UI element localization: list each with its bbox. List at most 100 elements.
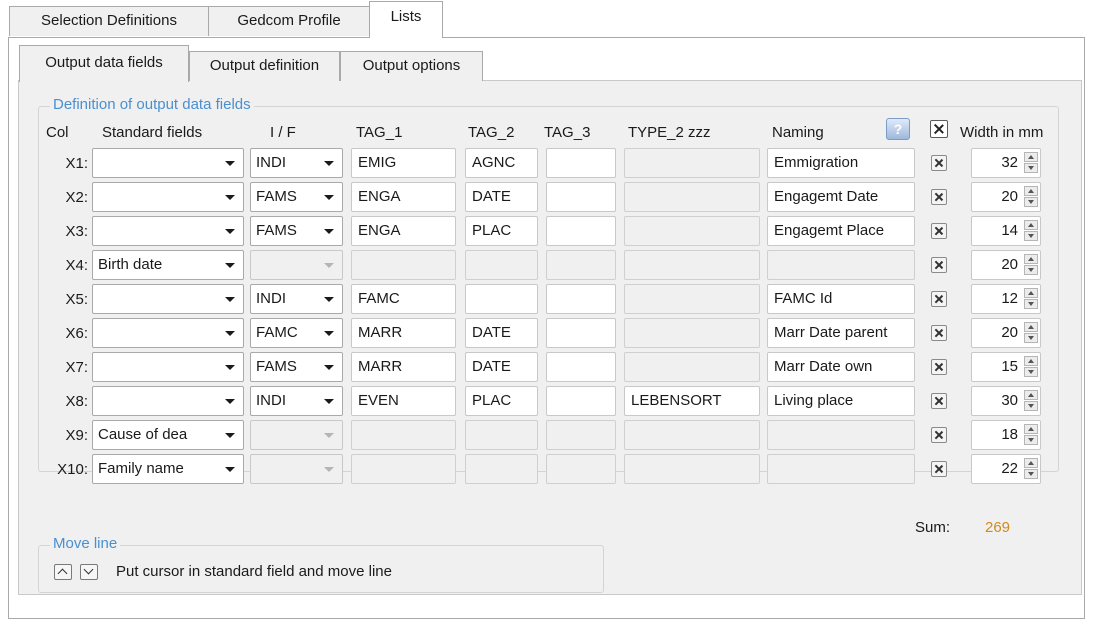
clear-all-icon[interactable] <box>930 120 948 138</box>
standard-field-select[interactable] <box>92 352 244 382</box>
spin-up-icon[interactable] <box>1024 458 1038 468</box>
tab-output-options[interactable]: Output options <box>340 51 483 81</box>
clear-row-icon[interactable] <box>931 223 947 239</box>
width-spinner[interactable]: 14 <box>971 216 1041 246</box>
spin-down-icon[interactable] <box>1024 163 1038 173</box>
spin-down-icon[interactable] <box>1024 265 1038 275</box>
tag2-field[interactable]: DATE <box>465 352 538 382</box>
tag3-field[interactable] <box>546 284 616 314</box>
spin-down-icon[interactable] <box>1024 367 1038 377</box>
tag1-field[interactable]: ENGA <box>351 216 456 246</box>
move-down-button[interactable] <box>80 564 98 580</box>
clear-row-icon[interactable] <box>931 393 947 409</box>
spin-down-icon[interactable] <box>1024 435 1038 445</box>
type2-field[interactable] <box>624 216 760 246</box>
spin-down-icon[interactable] <box>1024 469 1038 479</box>
naming-field[interactable]: FAMC Id <box>767 284 915 314</box>
tag2-field[interactable]: DATE <box>465 182 538 212</box>
clear-row-icon[interactable] <box>931 189 947 205</box>
spinner-buttons[interactable] <box>1024 220 1038 242</box>
spin-up-icon[interactable] <box>1024 288 1038 298</box>
clear-row-icon[interactable] <box>931 427 947 443</box>
clear-row-icon[interactable] <box>931 359 947 375</box>
if-select[interactable]: FAMS <box>250 216 343 246</box>
spin-up-icon[interactable] <box>1024 322 1038 332</box>
naming-field[interactable]: Marr Date own <box>767 352 915 382</box>
type2-field[interactable] <box>624 284 760 314</box>
tag1-field[interactable]: EMIG <box>351 148 456 178</box>
if-select[interactable]: FAMS <box>250 352 343 382</box>
standard-field-select[interactable] <box>92 284 244 314</box>
standard-field-select[interactable]: Family name <box>92 454 244 484</box>
tag3-field[interactable] <box>546 148 616 178</box>
tag2-field[interactable]: PLAC <box>465 386 538 416</box>
type2-field[interactable] <box>624 182 760 212</box>
clear-row-icon[interactable] <box>931 257 947 273</box>
if-select[interactable]: INDI <box>250 148 343 178</box>
tag1-field[interactable]: FAMC <box>351 284 456 314</box>
width-spinner[interactable]: 30 <box>971 386 1041 416</box>
standard-field-select[interactable] <box>92 182 244 212</box>
standard-field-select[interactable] <box>92 318 244 348</box>
tag3-field[interactable] <box>546 216 616 246</box>
tag2-field[interactable] <box>465 284 538 314</box>
standard-field-select[interactable]: Birth date <box>92 250 244 280</box>
tag1-field[interactable]: MARR <box>351 318 456 348</box>
clear-row-icon[interactable] <box>931 155 947 171</box>
tab-gedcom-profile[interactable]: Gedcom Profile <box>208 6 370 36</box>
tag1-field[interactable]: MARR <box>351 352 456 382</box>
standard-field-select[interactable] <box>92 216 244 246</box>
if-select[interactable]: INDI <box>250 386 343 416</box>
spinner-buttons[interactable] <box>1024 356 1038 378</box>
spinner-buttons[interactable] <box>1024 322 1038 344</box>
clear-row-icon[interactable] <box>931 325 947 341</box>
naming-field[interactable]: Engagemt Date <box>767 182 915 212</box>
standard-field-select[interactable]: Cause of dea <box>92 420 244 450</box>
spin-up-icon[interactable] <box>1024 424 1038 434</box>
type2-field[interactable] <box>624 352 760 382</box>
move-up-button[interactable] <box>54 564 72 580</box>
spin-down-icon[interactable] <box>1024 299 1038 309</box>
spin-up-icon[interactable] <box>1024 356 1038 366</box>
spin-up-icon[interactable] <box>1024 186 1038 196</box>
spin-up-icon[interactable] <box>1024 254 1038 264</box>
tag2-field[interactable]: DATE <box>465 318 538 348</box>
naming-field[interactable]: Marr Date parent <box>767 318 915 348</box>
tag3-field[interactable] <box>546 386 616 416</box>
spin-down-icon[interactable] <box>1024 401 1038 411</box>
spin-down-icon[interactable] <box>1024 333 1038 343</box>
tab-selection-definitions[interactable]: Selection Definitions <box>9 6 209 36</box>
width-spinner[interactable]: 20 <box>971 182 1041 212</box>
tab-lists[interactable]: Lists <box>369 1 443 38</box>
width-spinner[interactable]: 20 <box>971 250 1041 280</box>
spin-up-icon[interactable] <box>1024 220 1038 230</box>
spinner-buttons[interactable] <box>1024 152 1038 174</box>
type2-field[interactable] <box>624 318 760 348</box>
tag3-field[interactable] <box>546 352 616 382</box>
tag3-field[interactable] <box>546 182 616 212</box>
spinner-buttons[interactable] <box>1024 390 1038 412</box>
if-select[interactable]: FAMC <box>250 318 343 348</box>
naming-field[interactable]: Living place <box>767 386 915 416</box>
width-spinner[interactable]: 32 <box>971 148 1041 178</box>
width-spinner[interactable]: 15 <box>971 352 1041 382</box>
tag1-field[interactable]: ENGA <box>351 182 456 212</box>
width-spinner[interactable]: 18 <box>971 420 1041 450</box>
spin-up-icon[interactable] <box>1024 390 1038 400</box>
naming-field[interactable]: Emmigration <box>767 148 915 178</box>
tag2-field[interactable]: PLAC <box>465 216 538 246</box>
spinner-buttons[interactable] <box>1024 254 1038 276</box>
width-spinner[interactable]: 12 <box>971 284 1041 314</box>
clear-row-icon[interactable] <box>931 461 947 477</box>
spinner-buttons[interactable] <box>1024 458 1038 480</box>
tab-output-data-fields[interactable]: Output data fields <box>19 45 189 82</box>
spin-up-icon[interactable] <box>1024 152 1038 162</box>
tag2-field[interactable]: AGNC <box>465 148 538 178</box>
standard-field-select[interactable] <box>92 386 244 416</box>
naming-field[interactable]: Engagemt Place <box>767 216 915 246</box>
spinner-buttons[interactable] <box>1024 186 1038 208</box>
tag1-field[interactable]: EVEN <box>351 386 456 416</box>
width-spinner[interactable]: 22 <box>971 454 1041 484</box>
spin-down-icon[interactable] <box>1024 231 1038 241</box>
spinner-buttons[interactable] <box>1024 288 1038 310</box>
